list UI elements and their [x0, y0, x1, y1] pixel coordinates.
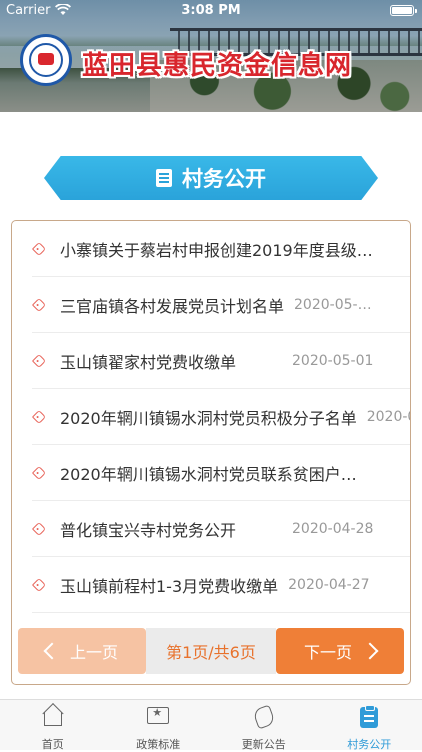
list-item[interactable]: 三官庙镇各村发展党员计划名单 2020-05-… [32, 277, 410, 333]
list-item[interactable]: 普化镇宝兴寺村党务公开 2020-04-28 [32, 501, 410, 557]
section-title: 村务公开 [182, 163, 266, 193]
item-date: 2020-04-28 [292, 521, 373, 537]
tab-village-affairs[interactable]: 村务公开 [317, 700, 422, 750]
item-date: 2020-05-… [294, 297, 372, 313]
item-date: 2020-05-01 [367, 409, 410, 425]
item-date: 2020-05-01 [292, 353, 373, 369]
list-item[interactable]: 2020年辋川镇锡水洞村党员积极分子名单 2020-05-01 [32, 389, 410, 445]
battery-icon [390, 5, 414, 16]
battery-tip [415, 9, 417, 13]
list-item[interactable]: 2020年辋川镇锡水洞村党员联系贫困户… [32, 445, 410, 501]
item-title: 小寨镇关于蔡岩村申报创建2019年度县级… [60, 237, 373, 261]
phone-icon [252, 705, 276, 730]
tag-icon [32, 409, 46, 423]
tab-policy[interactable]: 政策标准 [106, 700, 212, 750]
tab-bar: 首页 政策标准 更新公告 村务公开 [0, 699, 422, 750]
tag-icon [32, 241, 46, 255]
tag-icon [32, 353, 46, 367]
chevron-right-icon [362, 643, 379, 660]
site-title: 蓝田县惠民资金信息网 [82, 45, 352, 82]
tag-icon [32, 577, 46, 591]
item-title: 2020年辋川镇锡水洞村党员联系贫困户… [60, 461, 357, 485]
government-seal-logo [20, 34, 72, 86]
logo-ring [29, 43, 63, 77]
tab-announcements[interactable]: 更新公告 [211, 700, 317, 750]
list-item[interactable]: 玉山镇前程村1-3月党费收缴单 2020-04-27 [32, 557, 410, 613]
list-item[interactable]: 小寨镇关于蔡岩村申报创建2019年度县级… [32, 221, 410, 277]
home-icon [44, 712, 62, 726]
list-item[interactable]: 玉山镇翟家村党费收缴单 2020-05-01 [32, 333, 410, 389]
clipboard-icon [360, 707, 378, 728]
item-title: 三官庙镇各村发展党员计划名单 [60, 293, 284, 317]
prev-page-button[interactable]: 上一页 [18, 628, 146, 674]
item-date: 2020-04-27 [288, 577, 369, 593]
news-list-panel: 小寨镇关于蔡岩村申报创建2019年度县级… 三官庙镇各村发展党员计划名单 202… [11, 220, 411, 685]
logo-emblem [38, 53, 54, 65]
next-page-button[interactable]: 下一页 [276, 628, 404, 674]
pagination: 上一页 第1页/共6页 下一页 [18, 628, 404, 674]
chevron-left-icon [43, 643, 60, 660]
tag-icon [32, 297, 46, 311]
status-bar: Carrier 3:08 PM [0, 0, 422, 22]
page-indicator: 第1页/共6页 [146, 628, 276, 674]
item-title: 玉山镇翟家村党费收缴单 [60, 349, 236, 373]
section-header: 村务公开 [44, 156, 378, 200]
list-icon [156, 169, 172, 187]
item-title: 玉山镇前程村1-3月党费收缴单 [60, 573, 278, 597]
prev-page-label: 上一页 [70, 639, 118, 663]
status-time: 3:08 PM [0, 3, 422, 18]
next-page-label: 下一页 [304, 639, 352, 663]
tag-icon [32, 465, 46, 479]
tag-icon [32, 521, 46, 535]
item-title: 2020年辋川镇锡水洞村党员积极分子名单 [60, 405, 357, 429]
item-title: 普化镇宝兴寺村党务公开 [60, 517, 236, 541]
policy-icon [147, 707, 169, 724]
tab-home[interactable]: 首页 [0, 700, 106, 750]
